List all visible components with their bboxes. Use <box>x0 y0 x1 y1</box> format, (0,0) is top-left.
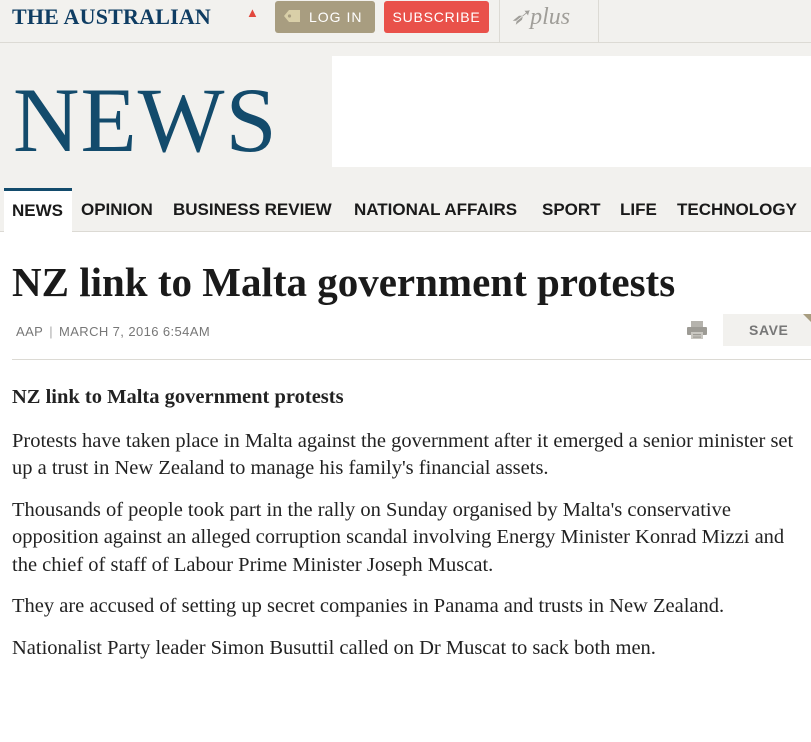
nav-item-business-review[interactable]: BUSINESS REVIEW <box>173 188 332 232</box>
article-paragraph-3: They are accused of setting up secret co… <box>12 595 725 617</box>
article-byline: AAP | MARCH 7, 2016 6:54AM <box>16 323 210 341</box>
plus-label: plus <box>530 4 571 30</box>
save-corner-mark <box>803 314 811 322</box>
nav-item-national-affairs[interactable]: NATIONAL AFFAIRS <box>354 188 517 232</box>
section-title[interactable]: NEWS <box>13 74 278 166</box>
save-button[interactable]: SAVE <box>723 314 811 346</box>
save-label: SAVE <box>749 322 789 338</box>
article-divider <box>12 359 811 360</box>
plus-logo: ➶plus <box>510 4 571 30</box>
section-nav: NEWS OPINION BUSINESS REVIEW NATIONAL AF… <box>0 188 811 232</box>
ad-slot <box>332 56 811 167</box>
article-paragraph-4: Nationalist Party leader Simon Busuttil … <box>12 636 656 659</box>
nav-item-opinion[interactable]: OPINION <box>81 188 153 232</box>
print-icon[interactable] <box>686 320 708 340</box>
article-source[interactable]: AAP <box>16 324 43 339</box>
nav-item-sport[interactable]: SPORT <box>542 188 601 232</box>
article-subheading: NZ link to Malta government protests <box>12 386 344 408</box>
article-paragraph-2: Thousands of people took part in the ral… <box>12 498 785 576</box>
australia-map-icon: ▲ <box>246 5 259 20</box>
top-bar: THE AUSTRALIAN ▲ LOG IN SUBSCRIBE ➶plus <box>0 0 811 43</box>
article-date: MARCH 7, 2016 6:54AM <box>59 324 211 339</box>
nav-item-news[interactable]: NEWS <box>4 188 72 232</box>
byline-separator: | <box>49 324 53 339</box>
login-label: LOG IN <box>309 9 363 25</box>
tag-icon <box>284 10 300 22</box>
plus-link[interactable]: ➶plus <box>499 0 599 42</box>
article-body: NZ link to Malta government protests Pro… <box>12 384 811 676</box>
subscribe-button[interactable]: SUBSCRIBE <box>384 1 489 33</box>
nav-item-technology[interactable]: TECHNOLOGY <box>677 188 797 232</box>
masthead-logo[interactable]: THE AUSTRALIAN <box>12 3 211 31</box>
nav-item-life[interactable]: LIFE <box>620 188 657 232</box>
article-headline: NZ link to Malta government protests <box>12 259 676 305</box>
login-button[interactable]: LOG IN <box>275 1 375 33</box>
article-paragraph-1: Protests have taken place in Malta again… <box>12 429 794 480</box>
